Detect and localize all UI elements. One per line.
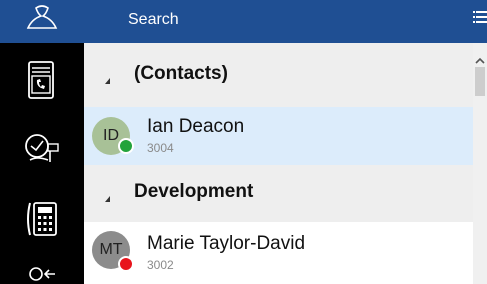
contacts-icon bbox=[22, 4, 62, 40]
nav-voicemail[interactable] bbox=[0, 120, 84, 178]
nav-contacts[interactable] bbox=[0, 0, 84, 43]
scrollbar-thumb[interactable] bbox=[475, 67, 485, 96]
voicemail-icon bbox=[22, 129, 62, 169]
vertical-scrollbar[interactable] bbox=[473, 43, 487, 284]
search-bar bbox=[84, 0, 487, 43]
contact-row[interactable]: ID Ian Deacon 3004 bbox=[84, 107, 473, 165]
nav-login[interactable] bbox=[0, 260, 84, 284]
presence-status-icon bbox=[118, 138, 134, 154]
dialpad-icon bbox=[24, 199, 60, 239]
user-login-icon bbox=[25, 260, 59, 284]
phonebook-icon bbox=[26, 59, 58, 101]
contact-name: Ian Deacon bbox=[147, 116, 245, 137]
avatar-initials: ID bbox=[103, 127, 119, 144]
navigation-rail bbox=[0, 0, 84, 284]
menu-icon[interactable] bbox=[473, 10, 487, 28]
group-title: (Contacts) bbox=[134, 63, 228, 84]
nav-dialpad[interactable] bbox=[0, 190, 84, 248]
group-title: Development bbox=[134, 181, 254, 202]
contact-name: Marie Taylor-David bbox=[147, 233, 306, 254]
group-header-development[interactable]: Development bbox=[84, 165, 473, 222]
search-input[interactable] bbox=[128, 6, 448, 34]
scroll-up-arrow-icon[interactable] bbox=[475, 52, 485, 64]
collapse-triangle-icon bbox=[105, 78, 110, 84]
avatar-initials: MT bbox=[99, 241, 123, 258]
group-header-contacts[interactable]: (Contacts) bbox=[84, 43, 473, 107]
contact-extension: 3004 bbox=[147, 141, 174, 155]
presence-status-icon bbox=[118, 256, 134, 272]
contact-list: (Contacts) ID Ian Deacon 3004 Developmen… bbox=[84, 43, 473, 284]
contact-extension: 3002 bbox=[147, 258, 174, 272]
contact-row[interactable]: MT Marie Taylor-David 3002 bbox=[84, 223, 473, 281]
collapse-triangle-icon bbox=[105, 196, 110, 202]
nav-phonebook[interactable] bbox=[0, 50, 84, 110]
